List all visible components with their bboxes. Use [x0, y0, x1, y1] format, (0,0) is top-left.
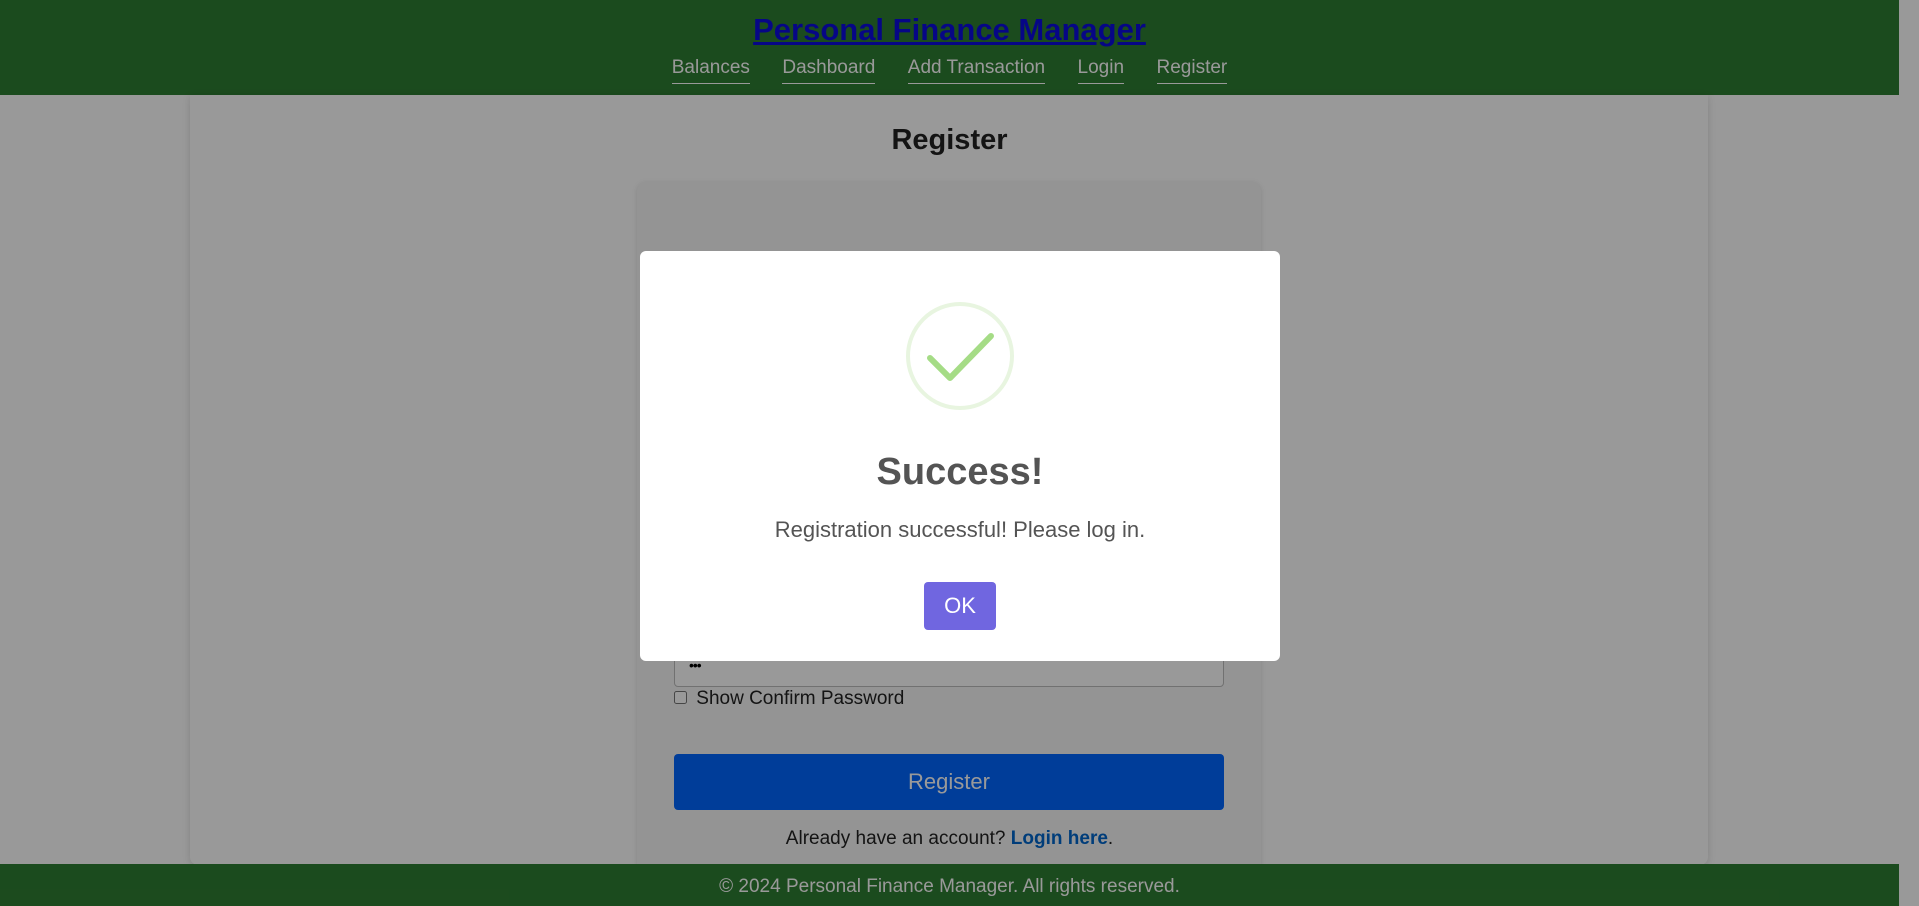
dialog-title: Success!: [876, 451, 1044, 493]
ok-button[interactable]: OK: [924, 582, 996, 630]
dialog-message: Registration successful! Please log in.: [774, 517, 1146, 542]
success-dialog: Success! Registration successful! Please…: [640, 251, 1280, 661]
success-checkmark-icon: [906, 302, 1014, 410]
